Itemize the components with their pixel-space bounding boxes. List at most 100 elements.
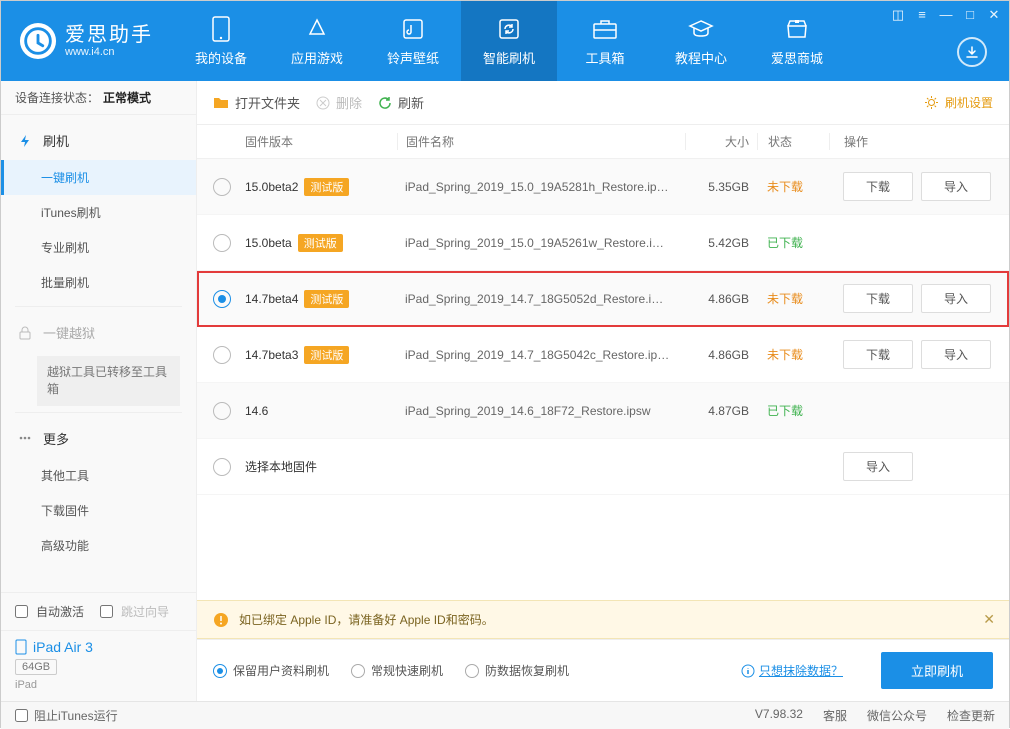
toolbar: 打开文件夹 删除 刷新 刷机设置 — [197, 81, 1009, 125]
window-controls: ◫ ≡ — □ ✕ — [891, 7, 1001, 23]
table-row[interactable]: 15.0beta测试版iPad_Spring_2019_15.0_19A5261… — [197, 215, 1009, 271]
content: 打开文件夹 删除 刷新 刷机设置 固件版本 固件名称 大小 状态 操作 15.0… — [197, 81, 1009, 701]
mode-normal[interactable]: 常规快速刷机 — [351, 662, 443, 679]
row-action-button[interactable]: 导入 — [921, 172, 991, 201]
row-size: 4.87GB — [685, 404, 757, 418]
refresh-button[interactable]: 刷新 — [378, 93, 424, 112]
sidebar-bottom: 自动激活 跳过向导 iPad Air 3 64GB iPad — [1, 592, 196, 701]
row-radio[interactable] — [213, 234, 231, 252]
row-status: 未下载 — [757, 346, 829, 363]
col-size: 大小 — [685, 133, 757, 150]
flash-now-button[interactable]: 立即刷机 — [881, 652, 993, 689]
sidebar-head-flash[interactable]: 刷机 — [1, 121, 196, 160]
row-filename: iPad_Spring_2019_15.0_19A5261w_Restore.i… — [397, 236, 685, 250]
device-storage: 64GB — [15, 659, 57, 675]
sidebar: 设备连接状态：正常模式 刷机 一键刷机 iTunes刷机 专业刷机 批量刷机 一… — [1, 81, 197, 701]
device-name: iPad Air 3 — [15, 639, 182, 655]
row-radio[interactable] — [213, 458, 231, 476]
check-update-link[interactable]: 检查更新 — [947, 707, 995, 724]
nav-toolbox[interactable]: 工具箱 — [557, 1, 653, 81]
open-folder-button[interactable]: 打开文件夹 — [213, 93, 300, 112]
mode-keep-data[interactable]: 保留用户资料刷机 — [213, 662, 329, 679]
warning-close-button[interactable]: ✕ — [983, 611, 995, 628]
row-size: 4.86GB — [685, 292, 757, 306]
graduation-icon — [688, 16, 714, 42]
beta-tag: 测试版 — [304, 290, 349, 308]
row-action-button[interactable]: 导入 — [843, 452, 913, 481]
sidebar-head-more[interactable]: 更多 — [1, 419, 196, 458]
row-action-button[interactable]: 下载 — [843, 340, 913, 369]
nav-apps[interactable]: 应用游戏 — [269, 1, 365, 81]
sidebar-item-other[interactable]: 其他工具 — [1, 458, 196, 493]
row-version: 14.6 — [245, 404, 397, 418]
table-head: 固件版本 固件名称 大小 状态 操作 — [197, 125, 1009, 159]
sidebar-item-oneclick[interactable]: 一键刷机 — [1, 160, 196, 195]
connection-status: 设备连接状态：正常模式 — [1, 81, 196, 115]
version-label: V7.98.32 — [755, 707, 803, 724]
firmware-list: 15.0beta2测试版iPad_Spring_2019_15.0_19A528… — [197, 159, 1009, 600]
sidebar-item-advanced[interactable]: 高级功能 — [1, 528, 196, 563]
music-icon — [401, 16, 425, 42]
row-action-button[interactable]: 导入 — [921, 284, 991, 313]
lock-icon — [17, 325, 33, 341]
beta-tag: 测试版 — [298, 234, 343, 252]
row-version: 15.0beta测试版 — [245, 234, 397, 252]
row-ops: 下载导入 — [829, 340, 993, 369]
row-version: 14.7beta3测试版 — [245, 346, 397, 364]
row-size: 4.86GB — [685, 348, 757, 362]
nav-my-device[interactable]: 我的设备 — [173, 1, 269, 81]
block-itunes-checkbox[interactable] — [15, 709, 28, 722]
minimize-button[interactable]: — — [939, 7, 953, 23]
row-ops: 导入 — [829, 452, 993, 481]
row-radio[interactable] — [213, 178, 231, 196]
erase-data-link[interactable]: 只想抹除数据？ — [741, 662, 843, 679]
table-row[interactable]: 14.6iPad_Spring_2019_14.6_18F72_Restore.… — [197, 383, 1009, 439]
auto-activate-checkbox[interactable] — [15, 605, 28, 618]
row-radio[interactable] — [213, 402, 231, 420]
store-icon — [785, 16, 809, 42]
device-type: iPad — [15, 679, 182, 691]
row-action-button[interactable]: 下载 — [843, 284, 913, 313]
maximize-button[interactable]: □ — [963, 7, 977, 23]
shirt-icon[interactable]: ◫ — [891, 7, 905, 23]
sidebar-item-itunes[interactable]: iTunes刷机 — [1, 195, 196, 230]
table-row[interactable]: 选择本地固件导入 — [197, 439, 1009, 495]
table-row[interactable]: 14.7beta3测试版iPad_Spring_2019_14.7_18G504… — [197, 327, 1009, 383]
row-action-button[interactable]: 下载 — [843, 172, 913, 201]
row-radio[interactable] — [213, 346, 231, 364]
sidebar-options: 自动激活 跳过向导 — [1, 593, 196, 630]
download-indicator[interactable] — [957, 37, 987, 67]
skip-guide-checkbox[interactable] — [100, 605, 113, 618]
refresh-icon — [497, 16, 521, 42]
nav-ringtones[interactable]: 铃声壁纸 — [365, 1, 461, 81]
row-action-button[interactable]: 导入 — [921, 340, 991, 369]
wechat-link[interactable]: 微信公众号 — [867, 707, 927, 724]
nav-store[interactable]: 爱思商城 — [749, 1, 845, 81]
warning-bar: 如已绑定 Apple ID，请准备好 Apple ID和密码。 ✕ — [197, 600, 1009, 639]
close-button[interactable]: ✕ — [987, 7, 1001, 23]
flash-options: 保留用户资料刷机 常规快速刷机 防数据恢复刷机 只想抹除数据？ 立即刷机 — [197, 639, 1009, 701]
mode-anti-recovery[interactable]: 防数据恢复刷机 — [465, 662, 569, 679]
more-icon — [17, 430, 33, 446]
table-row[interactable]: 14.7beta4测试版iPad_Spring_2019_14.7_18G505… — [197, 271, 1009, 327]
sidebar-item-download[interactable]: 下载固件 — [1, 493, 196, 528]
nav-tabs: 我的设备 应用游戏 铃声壁纸 智能刷机 工具箱 教程中心 爱思商城 — [173, 1, 845, 81]
row-status: 已下载 — [757, 234, 829, 251]
nav-tutorials[interactable]: 教程中心 — [653, 1, 749, 81]
device-card: iPad Air 3 64GB iPad — [1, 630, 196, 701]
flash-settings-button[interactable]: 刷机设置 — [924, 94, 993, 111]
table-row[interactable]: 15.0beta2测试版iPad_Spring_2019_15.0_19A528… — [197, 159, 1009, 215]
row-radio[interactable] — [213, 290, 231, 308]
menu-icon[interactable]: ≡ — [915, 7, 929, 23]
row-filename: iPad_Spring_2019_15.0_19A5281h_Restore.i… — [397, 180, 685, 194]
nav-flash[interactable]: 智能刷机 — [461, 1, 557, 81]
col-status: 状态 — [757, 133, 829, 150]
warning-text: 如已绑定 Apple ID，请准备好 Apple ID和密码。 — [239, 611, 494, 628]
sidebar-item-batch[interactable]: 批量刷机 — [1, 265, 196, 300]
row-version: 15.0beta2测试版 — [245, 178, 397, 196]
sidebar-item-pro[interactable]: 专业刷机 — [1, 230, 196, 265]
delete-button[interactable]: 删除 — [316, 93, 362, 112]
support-link[interactable]: 客服 — [823, 707, 847, 724]
sidebar-head-jailbreak[interactable]: 一键越狱 — [1, 313, 196, 352]
row-size: 5.42GB — [685, 236, 757, 250]
